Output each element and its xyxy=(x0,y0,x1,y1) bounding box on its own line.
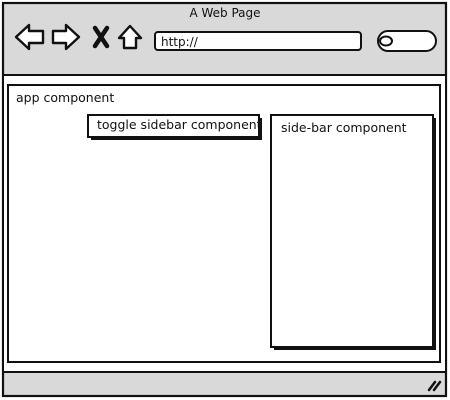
sidebar-component-box xyxy=(270,114,434,348)
address-bar-text[interactable]: http:// xyxy=(161,36,198,48)
toggle-sidebar-button-label[interactable]: toggle sidebar component xyxy=(97,118,262,132)
sidebar-component-label: side-bar component xyxy=(281,120,407,135)
app-component-label: app component xyxy=(16,90,115,105)
search-icon[interactable] xyxy=(377,30,437,52)
browser-window: A Web Page http:// app component toggle … xyxy=(0,0,450,400)
page-title: A Web Page xyxy=(189,6,261,20)
wireframe-drawing xyxy=(1,1,448,398)
